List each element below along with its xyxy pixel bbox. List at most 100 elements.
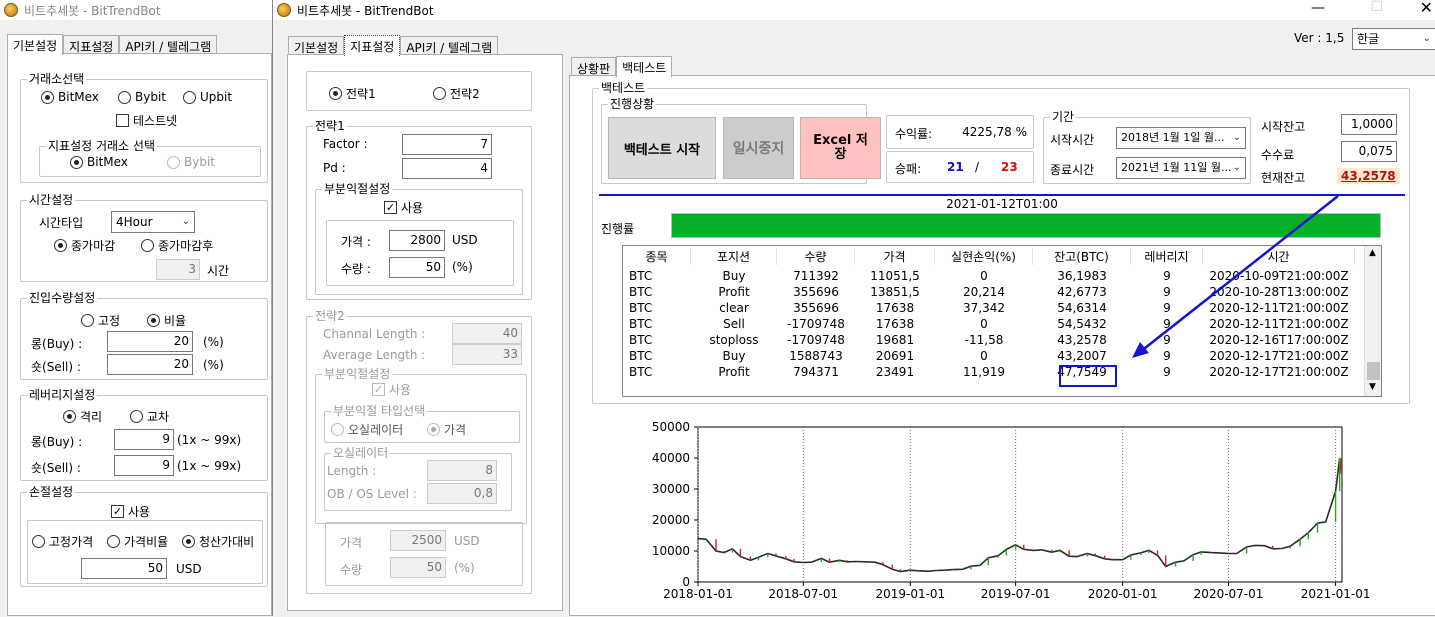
tab-indicator[interactable]: 지표설정 [344, 35, 401, 56]
scroll-up-icon[interactable]: ▲ [1369, 248, 1376, 258]
end-date-picker[interactable]: 2021년 1월 11일 월... ⌄ [1116, 157, 1246, 179]
table-cell: 2020-12-17T21:00:00Z [1209, 365, 1349, 379]
right-tabpage: 백테스트 진행상황 백테스트 시작 일시중지 Excel 저장 수익률: 422… [569, 75, 1435, 616]
osc-length-label: Length : [327, 464, 377, 478]
tab-indicator[interactable]: 지표설정 [63, 35, 120, 54]
start-balance-input[interactable]: 1,0000 [1341, 114, 1397, 135]
entry-short-input[interactable]: 20 [107, 354, 193, 375]
y-tick-label: 10000 [652, 544, 690, 558]
main-titlebar: 비트추세봇 - BitTrendBot — ☐ ✕ [273, 0, 1435, 20]
left-titlebar: 비트추세봇 - BitTrendBot [0, 0, 272, 20]
maximize-icon[interactable]: ☐ [1370, 0, 1383, 15]
close-icon[interactable]: ✕ [1420, 0, 1433, 17]
return-label: 수익률: [895, 127, 933, 141]
stoploss-use-checkbox[interactable]: ✓ 사용 [111, 503, 150, 520]
factor-input[interactable]: 7 [402, 134, 492, 155]
table-row[interactable]: BTC clear 355696 17638 37,342 54,6314 9 2020-12… [623, 300, 1355, 316]
table-header-cell[interactable]: 레버리지 [1131, 248, 1203, 265]
pd-input[interactable]: 4 [402, 158, 492, 179]
radio-cross[interactable]: 교차 [130, 408, 169, 425]
leverage-short-input[interactable]: 9 [114, 455, 174, 476]
trades-table[interactable]: 종목 포지션 수량 가격 실현손익(%) 잔고(BTC) 레버리지 시간 BTC Buy 7113… [622, 245, 1382, 397]
strategy2-group: 전략2 Channal Length : 40 Average Length :… [306, 309, 532, 594]
hours-input[interactable]: 3 [156, 259, 200, 280]
version-label: Ver : 1,5 [1294, 31, 1345, 45]
radio-after-close[interactable]: 종가마감후 [141, 237, 213, 254]
radio-price-ratio[interactable]: 가격비율 [107, 533, 168, 550]
s2-price-group: 가격 2500 USD 수량 50 (%) [325, 522, 523, 586]
avg-input: 33 [452, 344, 522, 365]
tab-basic[interactable]: 기본설정 [7, 34, 64, 55]
minimize-icon[interactable]: — [1311, 0, 1325, 16]
table-header-cell[interactable]: 잔고(BTC) [1033, 248, 1131, 265]
table-scrollbar[interactable]: ▲ ▼ [1364, 246, 1381, 396]
table-header-cell[interactable]: 가격 [855, 248, 935, 265]
pause-button[interactable]: 일시중지 [723, 117, 794, 179]
table-row[interactable]: BTC Sell -1709748 17638 0 54,5432 9 2020-12-11T… [623, 316, 1355, 332]
s1-qty-unit: (%) [452, 260, 473, 274]
radio-liq-price[interactable]: 청산가대비 [182, 533, 254, 550]
tab-api[interactable]: API키 / 텔레그램 [400, 36, 499, 55]
table-header-cell[interactable]: 시간 [1203, 248, 1355, 265]
table-header-cell[interactable]: 실현손익(%) [935, 248, 1033, 265]
x-tick-label: 2018-01-01 [663, 587, 733, 601]
radio-bybit[interactable]: Bybit [118, 90, 166, 104]
factor-label: Factor : [323, 137, 368, 151]
tab-dashboard[interactable]: 상황판 [571, 57, 617, 76]
s1-qty-input[interactable]: 50 [389, 257, 445, 278]
x-tick-label: 2020-07-01 [1194, 587, 1264, 601]
period-legend: 기간 [1050, 110, 1077, 124]
excel-save-button[interactable]: Excel 저장 [800, 117, 881, 179]
leverage-long-input[interactable]: 9 [114, 429, 174, 450]
s1-price-input[interactable]: 2800 [389, 230, 445, 251]
tab-backtest[interactable]: 백테스트 [616, 56, 673, 77]
table-header-cell[interactable]: 종목 [623, 248, 691, 265]
tab-basic[interactable]: 기본설정 [288, 36, 345, 55]
radio-upbit[interactable]: Upbit [183, 90, 232, 104]
table-row[interactable]: BTC Profit 794371 23491 11,919 47,7549 9 2020-1… [623, 364, 1355, 380]
tab-api[interactable]: API키 / 텔레그램 [119, 35, 218, 54]
radio-ratio[interactable]: 비율 [147, 312, 186, 329]
fee-input[interactable]: 0,075 [1341, 141, 1397, 162]
left-tabs: 기본설정 지표설정 API키 / 텔레그램 [7, 33, 218, 55]
table-header-cell[interactable]: 수량 [777, 248, 855, 265]
radio-strategy1[interactable]: 전략1 [329, 85, 376, 102]
table-cell: 0 [980, 349, 988, 363]
radio-close[interactable]: 종가마감 [54, 237, 115, 254]
entry-long-input[interactable]: 20 [107, 331, 193, 352]
scroll-down-icon[interactable]: ▼ [1369, 382, 1376, 392]
start-date-picker[interactable]: 2018년 1월 1일 월... ⌄ [1116, 127, 1246, 149]
testnet-checkbox[interactable]: 테스트넷 [116, 112, 177, 129]
table-header-cell[interactable]: 포지션 [691, 248, 777, 265]
start-backtest-button[interactable]: 백테스트 시작 [608, 117, 716, 179]
indicator-exchange-legend: 지표설정 거래소 선택 [46, 139, 157, 153]
table-cell: 355696 [793, 301, 839, 315]
table-cell: 355696 [793, 285, 839, 299]
scroll-thumb[interactable] [1367, 362, 1380, 380]
s2-partial-group: 부분익절설정 ✓ 사용 부분익절 타입선택 오실레이터 가격 오실레이터 Leng… [315, 367, 527, 524]
strategy2-legend: 전략2 [313, 309, 347, 323]
radio-ind-bitmex[interactable]: BitMex [70, 155, 128, 169]
table-cell: -1709748 [787, 333, 845, 347]
table-row[interactable]: BTC stoploss -1709748 19681 -11,58 43,2578 9 20… [623, 332, 1355, 348]
table-row[interactable]: BTC Buy 1588743 20691 0 43,2007 9 2020-12-17T21… [623, 348, 1355, 364]
x-tick-label: 2021-01-01 [1301, 587, 1371, 601]
radio-strategy2[interactable]: 전략2 [433, 85, 480, 102]
time-type-combo[interactable]: 4Hour ⌄ [111, 211, 195, 233]
table-cell: BTC [629, 269, 653, 283]
table-cell: 0 [980, 317, 988, 331]
y-tick-label: 40000 [652, 451, 690, 465]
end-time-label: 종료시간 [1050, 163, 1095, 177]
language-combo[interactable]: 한글 ⌄ [1352, 28, 1435, 50]
table-row[interactable]: BTC Buy 711392 11051,5 0 36,1983 9 2020-10-09T2… [623, 268, 1355, 284]
stoploss-input[interactable]: 50 [81, 558, 167, 579]
radio-bitmex[interactable]: BitMex [41, 90, 99, 104]
radio-fixed-price[interactable]: 고정가격 [32, 533, 93, 550]
radio-fixed[interactable]: 고정 [81, 312, 120, 329]
table-cell: Buy [722, 269, 746, 283]
table-row[interactable]: BTC Profit 355696 13851,5 20,214 42,6773 9 2020… [623, 284, 1355, 300]
table-cell: clear [719, 301, 749, 315]
table-cell: 20,214 [963, 285, 1005, 299]
s1-partial-use-checkbox[interactable]: ✓ 사용 [384, 199, 423, 216]
radio-isolated[interactable]: 격리 [63, 408, 102, 425]
